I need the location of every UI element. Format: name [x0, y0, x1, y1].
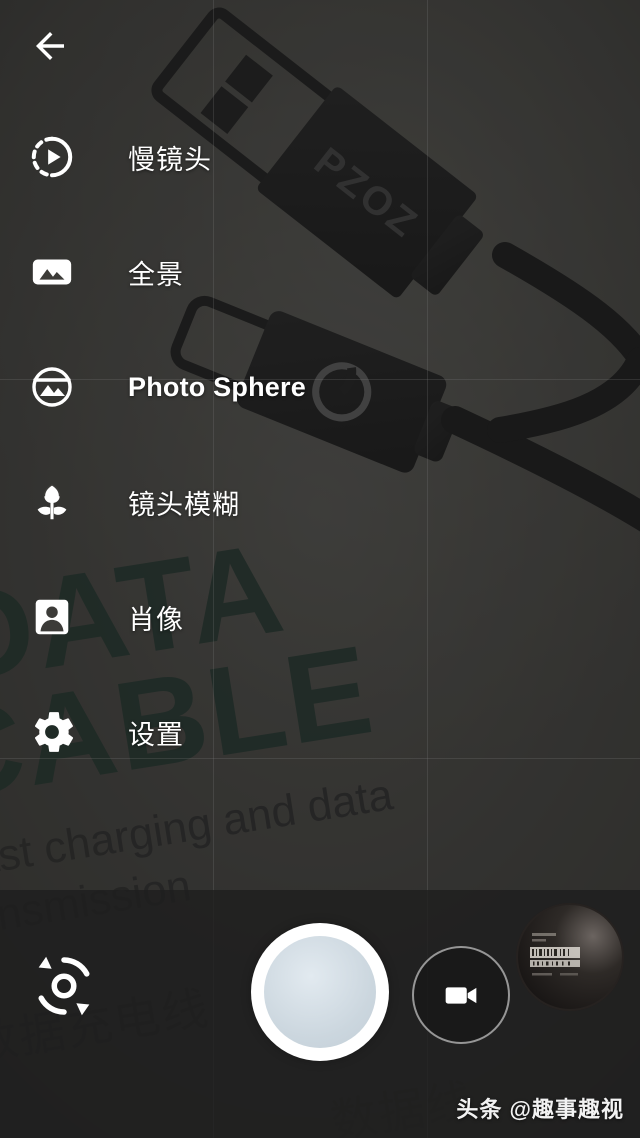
mode-label-panorama: 全景 [128, 259, 184, 290]
mode-label-portrait: 肖像 [128, 604, 184, 635]
back-button[interactable] [18, 14, 82, 78]
mode-item-panorama[interactable]: 全景 [0, 235, 330, 309]
switch-camera-icon [38, 956, 90, 1016]
mode-label-photo-sphere: Photo Sphere [128, 371, 306, 402]
panorama-icon [22, 249, 82, 295]
gear-icon [22, 709, 82, 755]
slow-motion-icon [22, 134, 82, 180]
mode-label-slow-motion: 慢镜头 [128, 144, 212, 175]
mode-item-portrait[interactable]: 肖像 [0, 580, 330, 654]
switch-camera-button[interactable] [16, 938, 112, 1034]
shutter-button[interactable] [251, 923, 389, 1061]
video-mode-button[interactable] [412, 946, 510, 1044]
person-icon [22, 594, 82, 640]
top-bar [0, 0, 640, 92]
camera-mode-menu: 慢镜头 全景 Photo Sphere 镜头模糊 肖像 设置 [0, 120, 330, 769]
arrow-left-icon [36, 32, 64, 60]
shutter-button-inner [264, 936, 376, 1048]
photo-thumbnail [516, 903, 624, 1011]
mode-label-settings: 设置 [128, 719, 184, 750]
mode-item-lens-blur[interactable]: 镜头模糊 [0, 465, 330, 539]
photo-sphere-icon [22, 363, 82, 411]
camera-app-screen: DATA CABLE Fast charging and data transm… [0, 0, 640, 1138]
mode-label-lens-blur: 镜头模糊 [128, 489, 240, 520]
mode-item-slow-motion[interactable]: 慢镜头 [0, 120, 330, 194]
mode-item-settings[interactable]: 设置 [0, 695, 330, 769]
watermark: 头条 @趣事趣视 [456, 1097, 624, 1122]
flower-icon [22, 479, 82, 525]
gallery-thumbnail-button[interactable] [516, 903, 624, 1011]
mode-item-photo-sphere[interactable]: Photo Sphere [0, 350, 330, 424]
video-camera-icon [445, 987, 477, 1004]
